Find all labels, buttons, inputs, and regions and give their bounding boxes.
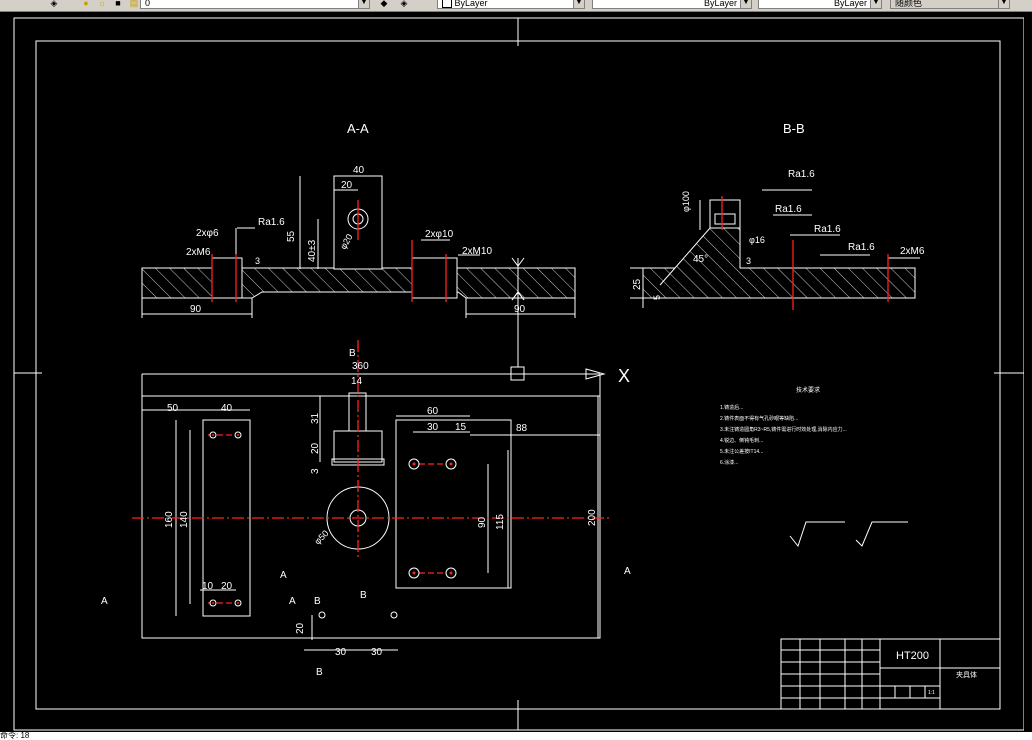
- dim-aa-40h: 40±3: [307, 239, 318, 262]
- color-dropdown[interactable]: ByLayer ▼: [437, 0, 585, 9]
- layer-previous-icon[interactable]: ◈: [398, 0, 410, 8]
- chevron-down-icon[interactable]: ▼: [998, 0, 1009, 8]
- roughness-aa-1: Ra1.6: [258, 217, 285, 228]
- dim-bb-2xm6: 2xM6: [900, 246, 925, 257]
- centerlines: [132, 196, 889, 604]
- chevron-down-icon[interactable]: ▼: [573, 0, 584, 8]
- dim-aa-3: 3: [255, 256, 260, 266]
- title-part-name: 夹具体: [956, 670, 977, 679]
- dim-aa-55: 55: [286, 230, 297, 242]
- dim-pv-160: 160: [164, 511, 175, 528]
- dim-pv-50: 50: [167, 403, 179, 414]
- section-mark-a-low: A: [289, 596, 296, 607]
- dim-bb-45: 45°: [693, 254, 708, 265]
- roughness-bb-2: Ra1.6: [775, 204, 802, 215]
- dim-pv-88: 88: [516, 423, 528, 434]
- dim-pv-30: 30: [427, 422, 439, 433]
- dim-aa-20: 20: [341, 180, 353, 191]
- dim-bb-25: 25: [632, 278, 643, 290]
- dim-aa-2xphi10: 2xφ10: [425, 229, 454, 240]
- dim-pv-140: 140: [179, 511, 190, 528]
- chevron-down-icon[interactable]: ▼: [870, 0, 881, 8]
- note-4: 4.锐边、倒钝毛刺...: [720, 437, 763, 444]
- section-aa-title: A-A: [347, 121, 369, 136]
- note-2: 2.铸件表面不得有气孔砂眼等缺陷...: [720, 415, 798, 422]
- note-6: 6.涂漆...: [720, 459, 738, 466]
- drawing-canvas[interactable]: A-A B-B 40 20 55 40±3 φ20 3 2xφ6 2xM6 Ra…: [12, 16, 1024, 732]
- plan-view: [141, 373, 601, 651]
- roughness-bb-1: Ra1.6: [788, 169, 815, 180]
- note-3: 3.未注铸造圆角R3~R5,铸件需进行时效处理,消除内应力...: [720, 426, 847, 433]
- ucs-x-label: X: [618, 366, 630, 386]
- chevron-down-icon[interactable]: ▼: [358, 0, 369, 8]
- dim-aa-90-right: 90: [514, 304, 526, 315]
- dim-pv-40: 40: [221, 403, 233, 414]
- dim-aa-90-left: 90: [190, 304, 202, 315]
- roughness-bb-4: Ra1.6: [848, 242, 875, 253]
- dim-pv-15: 15: [455, 422, 467, 433]
- color-swatch-icon: [442, 0, 452, 8]
- layer-manager-icon[interactable]: ◈: [48, 0, 60, 8]
- plan-holes: [209, 431, 457, 619]
- note-1: 1.铸造后...: [720, 404, 743, 411]
- dim-pv-115: 115: [495, 514, 506, 530]
- dim-pv-200: 200: [587, 509, 598, 526]
- section-mark-b-top: B: [349, 348, 356, 359]
- section-mark-a-left: A: [101, 596, 108, 607]
- command-line[interactable]: 命令: 18: [0, 732, 1032, 740]
- dim-bb-phi16: φ16: [749, 235, 765, 245]
- dim-pv-20c: 20: [295, 622, 306, 634]
- dim-pv-31: 31: [310, 412, 321, 424]
- section-bb-title: B-B: [783, 121, 805, 136]
- layer-dropdown[interactable]: 0 ▼: [140, 0, 370, 9]
- dim-aa-2xm10: 2xM10: [462, 246, 492, 257]
- plotstyle-value: 随颜色: [895, 0, 923, 8]
- linetype-dropdown[interactable]: ByLayer ▼: [592, 0, 752, 9]
- layer-color-icon[interactable]: ■: [112, 0, 124, 8]
- plotstyle-dropdown[interactable]: 随颜色 ▼: [890, 0, 1010, 9]
- roughness-symbol: [789, 521, 908, 548]
- color-value: ByLayer: [454, 0, 488, 8]
- notes-title: 技术要求: [796, 386, 820, 394]
- title-scale: 1:1: [928, 690, 935, 696]
- linetype-value: ByLayer: [703, 0, 737, 8]
- dim-pv-3: 3: [310, 468, 321, 474]
- dim-pv-14: 14: [351, 376, 363, 387]
- drawing-border: [35, 40, 1001, 710]
- dim-pv-20: 20: [310, 442, 321, 454]
- dim-pv-30b: 30: [371, 647, 383, 658]
- section-mark-a-mid: A: [280, 570, 287, 581]
- properties-toolbar: ◈ ● ☼ ■ ▤ 0 ▼ ◆ ◈ ByLayer ▼ ByLayer ▼ By…: [0, 0, 1032, 12]
- dim-pv-60: 60: [427, 406, 439, 417]
- section-mark-b-left: B: [314, 596, 321, 607]
- layer-value: 0: [145, 0, 151, 8]
- chevron-down-icon[interactable]: ▼: [740, 0, 751, 8]
- dim-pv-phi50: φ50: [312, 528, 330, 546]
- layer-lock-icon[interactable]: ▤: [128, 0, 140, 8]
- dim-aa-2xm6: 2xM6: [186, 247, 211, 258]
- section-mark-b-bottom: B: [316, 667, 323, 678]
- dim-aa-2xphi: 2xφ6: [196, 228, 219, 239]
- dim-pv-360: 360: [352, 361, 369, 372]
- section-mark-a-right: A: [624, 566, 631, 577]
- dim-pv-10: 10: [202, 581, 214, 592]
- roughness-bb-3: Ra1.6: [814, 224, 841, 235]
- dim-aa-40: 40: [353, 165, 365, 176]
- dim-bb-5: 5: [652, 295, 662, 300]
- dim-pv-30a: 30: [335, 647, 347, 658]
- make-current-icon[interactable]: ◆: [378, 0, 390, 8]
- dim-bb-3: 3: [746, 256, 751, 266]
- dim-bb-phi100: φ100: [681, 191, 691, 212]
- section-mark-b-mid: B: [360, 590, 367, 601]
- title-material: HT200: [896, 650, 929, 662]
- layer-freeze-icon[interactable]: ☼: [96, 0, 108, 8]
- note-5: 5.未注公差按IT14...: [720, 448, 763, 455]
- command-text: 命令: 18: [0, 732, 30, 740]
- dim-pv-90: 90: [477, 516, 488, 528]
- lineweight-value: ByLayer: [833, 0, 867, 8]
- lineweight-dropdown[interactable]: ByLayer ▼: [758, 0, 882, 9]
- dim-pv-20b: 20: [221, 581, 233, 592]
- layer-on-icon[interactable]: ●: [80, 0, 92, 8]
